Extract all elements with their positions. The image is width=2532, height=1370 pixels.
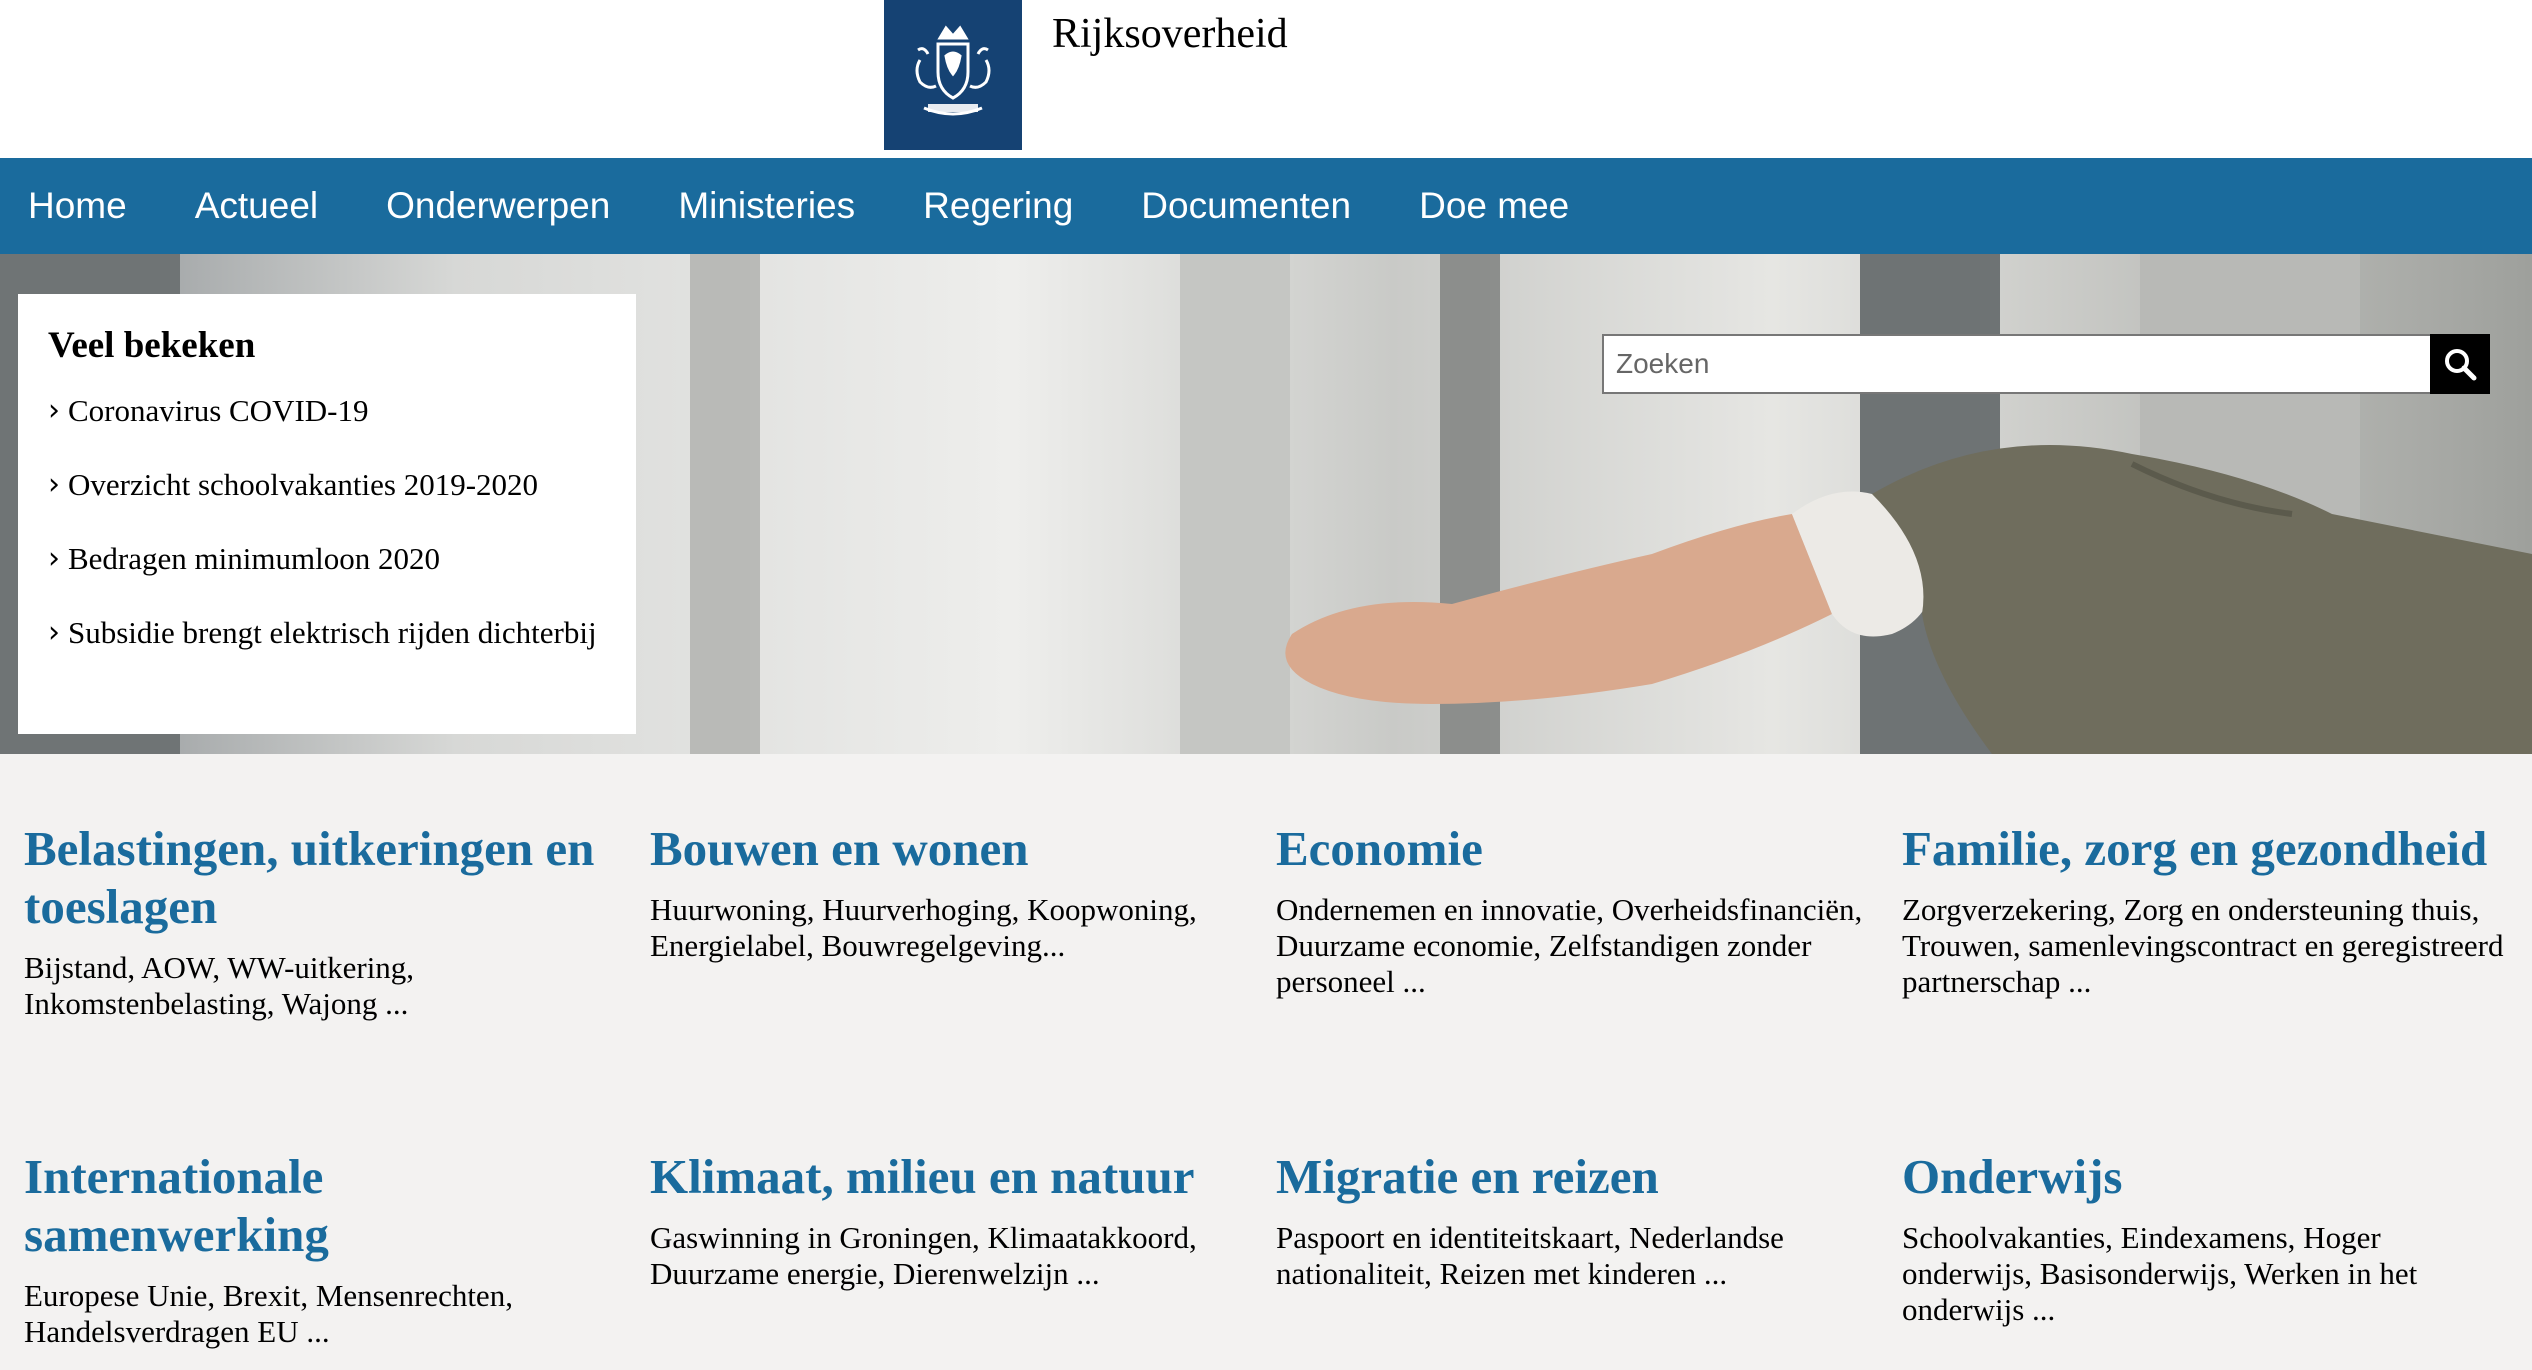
topic-description: Ondernemen en innovatie, Overheidsfinanc… <box>1276 892 1863 999</box>
topic-title[interactable]: Belastingen, uitkeringen en toeslagen <box>24 820 634 936</box>
coat-of-arms-icon <box>915 25 991 116</box>
nav-item-ministeries[interactable]: Ministeries <box>678 185 855 227</box>
topic-title[interactable]: Familie, zorg en gezondheid <box>1902 820 2512 878</box>
topic-card: Bouwen en wonen Huurwoning, Huurverhogin… <box>650 820 1260 964</box>
topic-description: Huurwoning, Huurverhoging, Koopwoning, E… <box>650 892 1197 963</box>
topic-card: Klimaat, milieu en natuur Gaswinning in … <box>650 1148 1260 1292</box>
topic-title[interactable]: Bouwen en wonen <box>650 820 1260 878</box>
nav-item-doe-mee[interactable]: Doe mee <box>1419 185 1569 227</box>
topic-card: Economie Ondernemen en innovatie, Overhe… <box>1276 820 1886 1000</box>
popular-link-label: Overzicht schoolvakanties 2019-2020 <box>68 467 539 502</box>
hero-pillar <box>690 254 760 754</box>
nav-item-home[interactable]: Home <box>28 185 127 227</box>
topic-description: Paspoort en identiteitskaart, Nederlands… <box>1276 1220 1784 1291</box>
topic-card: Internationale samenwerking Europese Uni… <box>24 1148 634 1350</box>
search-button[interactable] <box>2430 334 2490 394</box>
topic-description: Bijstand, AOW, WW-uitkering, Inkomstenbe… <box>24 950 415 1021</box>
logo[interactable] <box>884 0 1022 150</box>
topic-card: Onderwijs Schoolvakanties, Eindexamens, … <box>1902 1148 2512 1328</box>
search-icon <box>2445 349 2477 381</box>
site-header: Rijksoverheid <box>0 0 2532 158</box>
topic-card: Belastingen, uitkeringen en toeslagen Bi… <box>24 820 634 1022</box>
chevron-right-icon: › <box>48 541 60 576</box>
popular-link[interactable]: › Coronavirus COVID-19 <box>48 393 606 429</box>
chevron-right-icon: › <box>48 393 60 428</box>
nav-item-actueel[interactable]: Actueel <box>195 185 318 227</box>
main-navigation: Home Actueel Onderwerpen Ministeries Reg… <box>0 158 2532 254</box>
popular-link[interactable]: › Bedragen minimumloon 2020 <box>48 541 606 577</box>
brand-name[interactable]: Rijksoverheid <box>1052 10 1288 58</box>
chevron-right-icon: › <box>48 615 60 650</box>
search-bar <box>1602 334 2490 394</box>
nav-item-onderwerpen[interactable]: Onderwerpen <box>386 185 610 227</box>
topic-description: Zorgverzekering, Zorg en ondersteuning t… <box>1902 892 2504 999</box>
chevron-right-icon: › <box>48 467 60 502</box>
topic-title[interactable]: Migratie en reizen <box>1276 1148 1886 1206</box>
popular-link[interactable]: › Overzicht schoolvakanties 2019-2020 <box>48 467 606 503</box>
popular-panel: Veel bekeken › Coronavirus COVID-19 › Ov… <box>18 294 636 734</box>
topic-card: Familie, zorg en gezondheid Zorgverzeker… <box>1902 820 2512 1000</box>
popular-link-label: Subsidie brengt elektrisch rijden dichte… <box>68 615 597 650</box>
nav-item-documenten[interactable]: Documenten <box>1141 185 1351 227</box>
topic-description: Europese Unie, Brexit, Mensenrechten, Ha… <box>24 1278 513 1349</box>
popular-title: Veel bekeken <box>48 325 256 366</box>
search-input[interactable] <box>1602 334 2430 394</box>
popular-link[interactable]: › Subsidie brengt elektrisch rijden dich… <box>48 615 606 651</box>
popular-link-label: Bedragen minimumloon 2020 <box>68 541 440 576</box>
topic-title[interactable]: Onderwijs <box>1902 1148 2512 1206</box>
hand-illustration <box>1285 445 2532 754</box>
topic-description: Gaswinning in Groningen, Klimaatakkoord,… <box>650 1220 1197 1291</box>
topic-title[interactable]: Internationale samenwerking <box>24 1148 634 1264</box>
topic-card: Migratie en reizen Paspoort en identitei… <box>1276 1148 1886 1292</box>
topic-description: Schoolvakanties, Eindexamens, Hoger onde… <box>1902 1220 2418 1327</box>
nav-item-regering[interactable]: Regering <box>923 185 1073 227</box>
popular-link-label: Coronavirus COVID-19 <box>68 393 369 428</box>
topic-title[interactable]: Economie <box>1276 820 1886 878</box>
topic-title[interactable]: Klimaat, milieu en natuur <box>650 1148 1260 1206</box>
